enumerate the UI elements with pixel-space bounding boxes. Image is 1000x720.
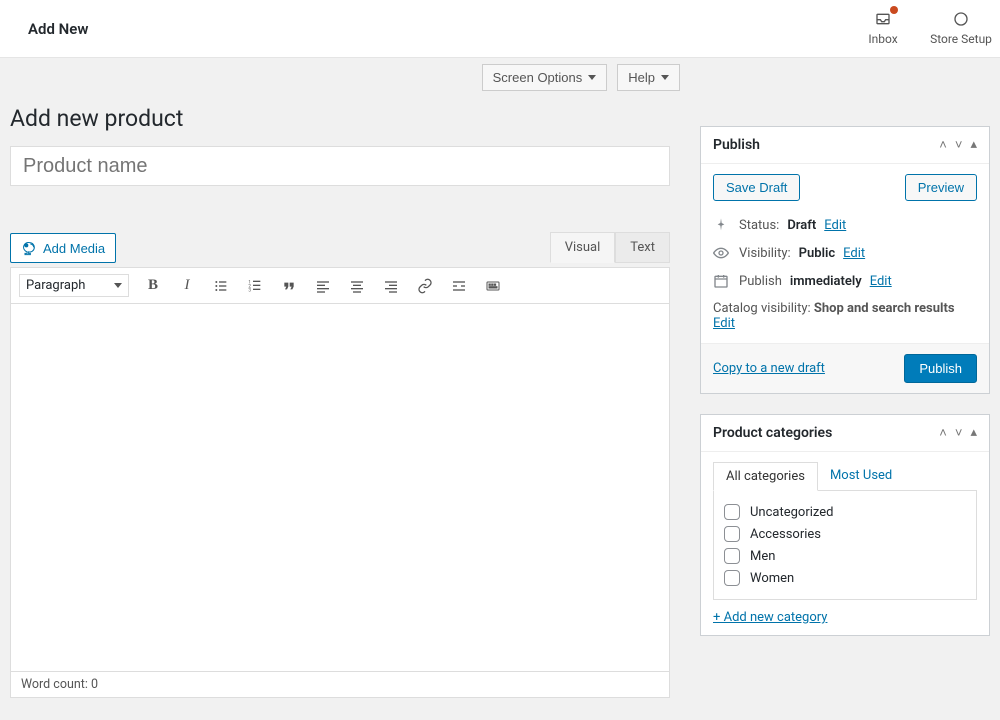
inbox-icon	[844, 8, 922, 32]
editor-toolbar: Paragraph B I 123	[10, 267, 670, 304]
italic-button[interactable]: I	[177, 276, 197, 296]
category-item[interactable]: Men	[724, 545, 966, 567]
panel-toggle-icon[interactable]: ▴	[970, 137, 977, 153]
category-item[interactable]: Women	[724, 567, 966, 589]
catalog-label: Catalog visibility:	[713, 301, 811, 316]
number-list-button[interactable]: 123	[245, 276, 265, 296]
category-label: Accessories	[750, 527, 821, 542]
blockquote-button[interactable]	[279, 276, 299, 296]
bold-icon: B	[148, 277, 158, 294]
publish-panel-title: Publish	[713, 137, 939, 153]
publish-button[interactable]: Publish	[904, 354, 977, 383]
tab-text[interactable]: Text	[615, 232, 670, 263]
tab-most-used[interactable]: Most Used	[818, 462, 904, 490]
visibility-label: Visibility:	[739, 246, 791, 261]
align-left-icon	[315, 278, 331, 294]
chevron-down-icon	[661, 75, 669, 80]
tab-all-categories[interactable]: All categories	[713, 462, 818, 491]
store-setup-button[interactable]: Store Setup	[922, 0, 1000, 46]
read-more-icon	[451, 278, 467, 294]
align-center-button[interactable]	[347, 276, 367, 296]
category-label: Uncategorized	[750, 505, 833, 520]
category-item[interactable]: Accessories	[724, 523, 966, 545]
link-icon	[417, 278, 433, 294]
keyboard-icon	[485, 278, 501, 294]
edit-schedule-link[interactable]: Edit	[870, 274, 892, 289]
categories-panel-title: Product categories	[713, 425, 939, 441]
align-left-button[interactable]	[313, 276, 333, 296]
category-checkbox[interactable]	[724, 504, 740, 520]
page-title: Add new product	[10, 95, 680, 146]
add-category-link[interactable]: + Add new category	[713, 600, 827, 625]
read-more-button[interactable]	[449, 276, 469, 296]
bullet-list-icon	[213, 278, 229, 294]
categories-panel: Product categories ˄ ˅ ▴ All categories …	[700, 414, 990, 636]
eye-icon	[713, 245, 731, 261]
bullet-list-button[interactable]	[211, 276, 231, 296]
page-breadcrumb: Add New	[28, 0, 844, 38]
category-checkbox[interactable]	[724, 548, 740, 564]
category-checkbox[interactable]	[724, 526, 740, 542]
panel-down-icon[interactable]: ˅	[955, 137, 963, 153]
quote-icon	[281, 278, 297, 294]
publish-panel: Publish ˄ ˅ ▴ Save Draft Preview Status:…	[700, 126, 990, 394]
bold-button[interactable]: B	[143, 276, 163, 296]
calendar-icon	[713, 273, 731, 289]
media-icon	[21, 240, 37, 256]
category-label: Men	[750, 549, 775, 564]
category-checkbox[interactable]	[724, 570, 740, 586]
save-draft-button[interactable]: Save Draft	[713, 174, 800, 201]
number-list-icon: 123	[247, 278, 263, 294]
preview-button[interactable]: Preview	[905, 174, 977, 201]
panel-up-icon[interactable]: ˄	[939, 425, 947, 441]
schedule-value: immediately	[790, 274, 862, 289]
add-media-button[interactable]: Add Media	[10, 233, 116, 263]
panel-up-icon[interactable]: ˄	[939, 137, 947, 153]
tab-visual[interactable]: Visual	[550, 232, 616, 263]
format-select-label: Paragraph	[26, 278, 85, 293]
inbox-button[interactable]: Inbox	[844, 0, 922, 46]
svg-text:3: 3	[248, 287, 251, 293]
catalog-value: Shop and search results	[814, 301, 955, 316]
visibility-value: Public	[799, 246, 835, 261]
chevron-down-icon	[114, 283, 122, 288]
align-right-button[interactable]	[381, 276, 401, 296]
align-center-icon	[349, 278, 365, 294]
status-label: Status:	[739, 218, 779, 233]
category-label: Women	[750, 571, 794, 586]
panel-down-icon[interactable]: ˅	[955, 425, 963, 441]
schedule-label: Publish	[739, 274, 782, 289]
editor-content[interactable]	[10, 304, 670, 672]
product-name-input[interactable]	[10, 146, 670, 186]
word-count: Word count: 0	[10, 672, 670, 698]
status-value: Draft	[787, 218, 816, 233]
notification-dot	[890, 6, 898, 14]
inbox-label: Inbox	[868, 32, 897, 46]
screen-options-label: Screen Options	[493, 70, 583, 85]
help-label: Help	[628, 70, 655, 85]
help-button[interactable]: Help	[617, 64, 680, 91]
category-list: Uncategorized Accessories Men Women	[713, 491, 977, 600]
category-item[interactable]: Uncategorized	[724, 501, 966, 523]
pin-icon	[713, 217, 731, 233]
edit-status-link[interactable]: Edit	[824, 218, 846, 233]
store-setup-label: Store Setup	[930, 32, 992, 46]
align-right-icon	[383, 278, 399, 294]
chevron-down-icon	[588, 75, 596, 80]
italic-icon: I	[185, 277, 190, 294]
screen-options-button[interactable]: Screen Options	[482, 64, 608, 91]
format-select[interactable]: Paragraph	[19, 274, 129, 297]
panel-toggle-icon[interactable]: ▴	[970, 425, 977, 441]
toolbar-toggle-button[interactable]	[483, 276, 503, 296]
edit-catalog-link[interactable]: Edit	[713, 316, 735, 331]
circle-icon	[922, 8, 1000, 32]
edit-visibility-link[interactable]: Edit	[843, 246, 865, 261]
copy-draft-link[interactable]: Copy to a new draft	[713, 361, 825, 376]
link-button[interactable]	[415, 276, 435, 296]
add-media-label: Add Media	[43, 241, 105, 256]
